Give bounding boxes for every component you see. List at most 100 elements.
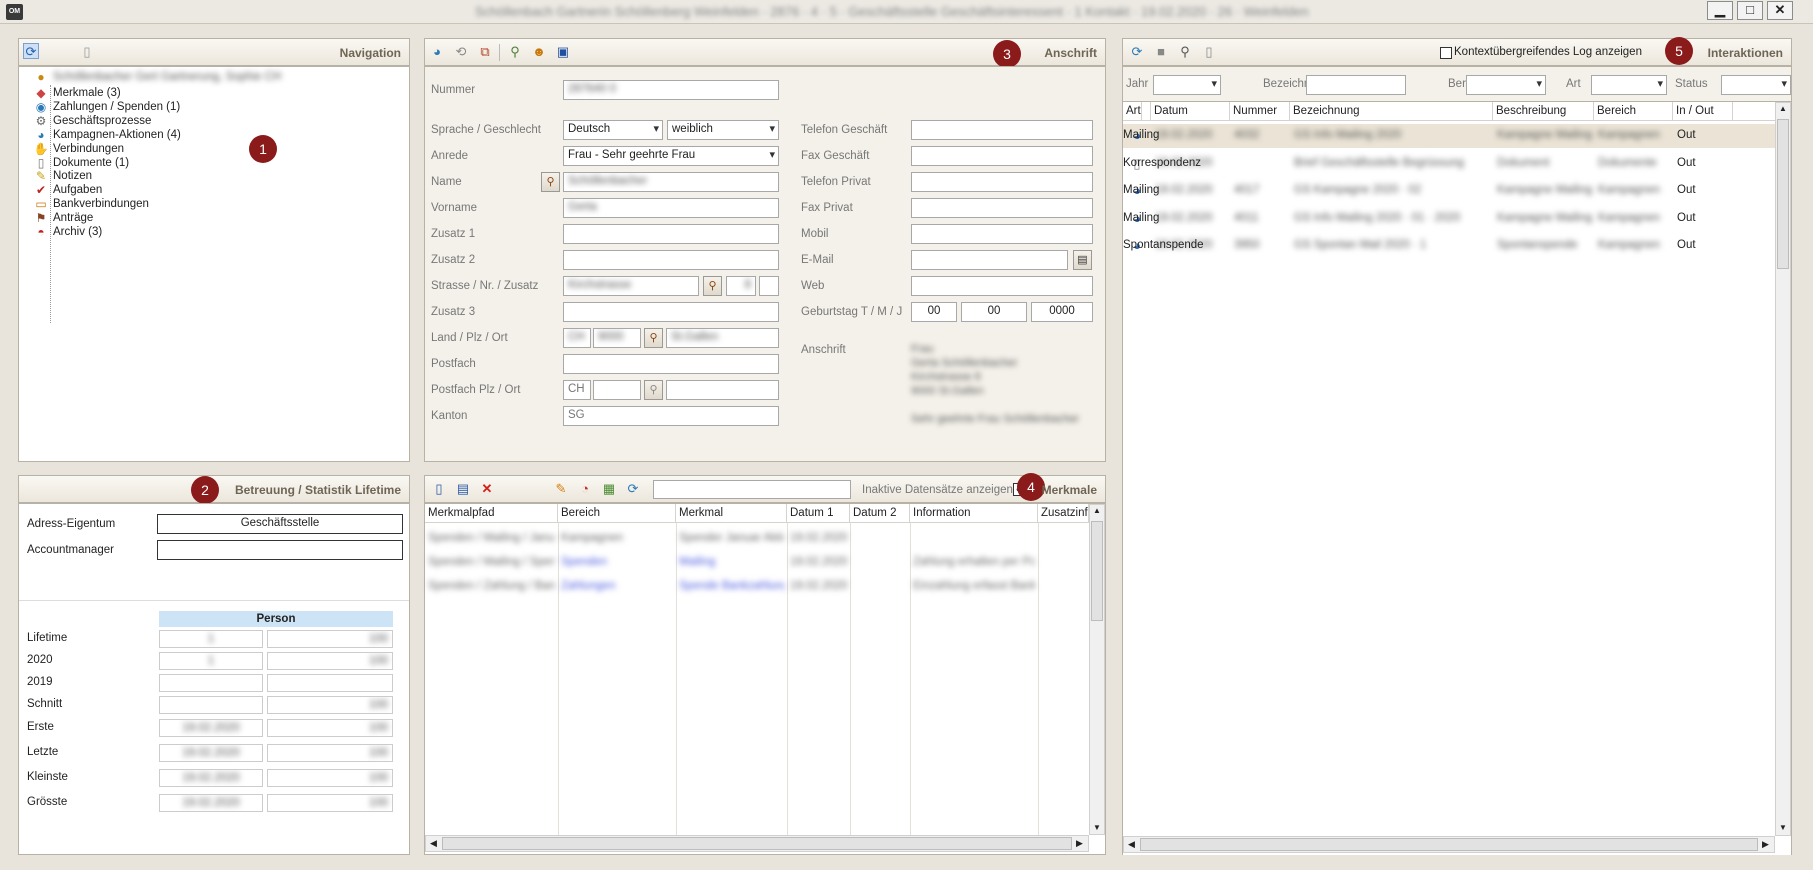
merkmale-column-header[interactable]: Datum 2 [850, 504, 910, 522]
stat-value-a[interactable] [159, 696, 263, 714]
close-window-button[interactable]: ✕ [1767, 1, 1793, 20]
interaktionen-column-header[interactable]: In / Out [1673, 102, 1733, 120]
stat-value-b[interactable]: 100 [267, 744, 393, 762]
interaktionen-column-header[interactable]: Bezeichnung [1290, 102, 1493, 120]
scroll-left-arrow-icon[interactable]: ◀ [430, 838, 437, 849]
interaktionen-column-header[interactable]: Nummer [1230, 102, 1290, 120]
scroll-up-arrow-icon[interactable]: ▲ [1779, 104, 1787, 113]
mobil-field[interactable] [911, 224, 1093, 244]
geburtstag-monat-field[interactable]: 00 [961, 302, 1027, 322]
merkmale-column-header[interactable]: Datum 1 [787, 504, 850, 522]
nav-item-archiv[interactable]: ◓ Archiv (3) [37, 224, 102, 240]
anrede-select[interactable]: Frau - Sehr geehrte Frau [563, 146, 779, 166]
merkmale-column-header[interactable]: Information [910, 504, 1038, 522]
nummer-field[interactable]: 287640 0 [563, 80, 779, 100]
new-document-icon[interactable]: ▯ [431, 481, 447, 497]
document-icon[interactable]: ▯ [1201, 44, 1217, 60]
strasse-search-icon[interactable]: ⚲ [703, 276, 722, 296]
zusatz1-field[interactable] [563, 224, 779, 244]
stat-value-b[interactable]: 100 [267, 630, 393, 648]
jahr-filter-select[interactable] [1153, 75, 1221, 95]
scroll-thumb[interactable] [1140, 838, 1758, 851]
postfach-search-icon[interactable]: ⚲ [644, 380, 663, 400]
scroll-thumb[interactable] [1091, 521, 1103, 621]
kanton-field[interactable]: SG [563, 406, 779, 426]
table-row[interactable]: ◕ 19.02.2020 4011 GS Info Mailing 2020 · 01… [1123, 207, 1775, 231]
zusatz2-field[interactable] [563, 250, 779, 270]
scroll-down-arrow-icon[interactable]: ▼ [1093, 823, 1101, 832]
log-checkbox[interactable] [1440, 47, 1452, 59]
bereich-filter-select[interactable] [1466, 75, 1546, 95]
interaktionen-vertical-scrollbar[interactable]: ▲ ▼ [1775, 102, 1791, 836]
art-filter-select[interactable] [1591, 75, 1667, 95]
sprache-select[interactable]: Deutsch [563, 120, 663, 140]
scroll-thumb[interactable] [1777, 119, 1789, 269]
scroll-left-arrow-icon[interactable]: ◀ [1128, 839, 1135, 850]
interaktionen-horizontal-scrollbar[interactable]: ◀ ▶ [1123, 836, 1775, 853]
minimize-button[interactable]: ▁ [1707, 1, 1733, 20]
postfach-plz-field[interactable] [593, 380, 641, 400]
zusatz3-field[interactable] [563, 302, 779, 322]
stat-value-b[interactable]: 100 [267, 719, 393, 737]
strasse-zusatz-field[interactable] [759, 276, 779, 296]
refresh-icon[interactable]: ⟳ [625, 481, 641, 497]
postfach-land-field[interactable]: CH [563, 380, 591, 400]
merkmale-column-header[interactable]: Merkmal [676, 504, 787, 522]
geburtstag-jahr-field[interactable]: 0000 [1031, 302, 1093, 322]
status-filter-select[interactable] [1721, 75, 1791, 95]
email-field[interactable] [911, 250, 1068, 270]
land-field[interactable]: CH [563, 328, 591, 348]
fax-geschaeft-field[interactable] [911, 146, 1093, 166]
table-row[interactable]: Spenden / Mailing / Spenden Aktion Spende… [425, 554, 1089, 572]
table-row[interactable]: ◕ 19.02.2020 4017 GS Kampagne 2020 · 02 Kamp… [1123, 179, 1775, 203]
stat-value-b[interactable]: 100 [267, 652, 393, 670]
merkmale-column-header[interactable]: Zusatzinfo [1038, 504, 1089, 522]
plz-field[interactable]: 9000 [593, 328, 641, 348]
scroll-right-arrow-icon[interactable]: ▶ [1076, 838, 1083, 849]
telefon-privat-field[interactable] [911, 172, 1093, 192]
interaktionen-column-header[interactable]: Datum [1151, 102, 1230, 120]
plz-search-icon[interactable]: ⚲ [644, 328, 663, 348]
filter-icon[interactable]: ✎ [553, 481, 569, 497]
stat-value-a[interactable]: 1 [159, 630, 263, 648]
stat-value-a[interactable]: 19.02.2020 [159, 744, 263, 762]
geburtstag-tag-field[interactable]: 00 [911, 302, 957, 322]
name-search-icon[interactable]: ⚲ [541, 172, 560, 192]
add-contact-icon[interactable]: ⚲ [507, 44, 523, 60]
add-row-icon[interactable]: ▦ [601, 481, 617, 497]
group-icon[interactable]: ☻ [531, 44, 547, 60]
merkmale-vertical-scrollbar[interactable]: ▲ ▼ [1089, 504, 1105, 835]
merkmale-horizontal-scrollbar[interactable]: ◀ ▶ [425, 835, 1089, 852]
fax-privat-field[interactable] [911, 198, 1093, 218]
stat-value-a[interactable]: 19.02.2020 [159, 794, 263, 812]
vorname-field[interactable]: Gerta [563, 198, 779, 218]
table-row[interactable]: ◕ 19.02.2020 3950 GS Spontan Mail 2020 · 1S… [1123, 234, 1775, 258]
merge-icon[interactable]: ⧉ [477, 44, 493, 60]
stat-value-a[interactable]: 1 [159, 652, 263, 670]
scroll-right-arrow-icon[interactable]: ▶ [1762, 839, 1769, 850]
stat-value-a[interactable]: 19.02.2020 [159, 719, 263, 737]
refresh-icon[interactable]: ⟳ [1129, 44, 1145, 60]
stat-value-a[interactable]: 19.02.2020 [159, 769, 263, 787]
delete-icon[interactable]: ✕ [479, 481, 495, 497]
geschlecht-select[interactable]: weiblich [667, 120, 779, 140]
merkmale-column-header[interactable]: Merkmalpfad [425, 504, 558, 522]
accountmanager-field[interactable] [157, 540, 403, 560]
table-row[interactable]: Spenden / Mailing / Januar Aktion Kampagn… [425, 530, 1089, 548]
merkmale-column-header[interactable]: Bereich [558, 504, 676, 522]
refresh-tree-icon[interactable]: ⟳ [23, 43, 39, 59]
table-row[interactable]: Spenden / Zahlung / Bank Einzahlung Zahlu… [425, 578, 1089, 596]
ort-field[interactable]: St.Gallen [666, 328, 779, 348]
postfach-ort-field[interactable] [666, 380, 779, 400]
web-field[interactable] [911, 276, 1093, 296]
edit-document-icon[interactable]: ▤ [455, 481, 471, 497]
stat-value-a[interactable] [159, 674, 263, 692]
tree-root-contact[interactable]: ● Schöllenbacher Gert Gartnerung, Sophie… [37, 69, 281, 85]
table-row[interactable]: ◕ 19.02.2020 4032 GS Info Mailing 2020 Kampa… [1123, 124, 1775, 148]
bezeichnung-filter-input[interactable] [1306, 75, 1406, 95]
email-clipboard-icon[interactable]: ▤ [1073, 250, 1092, 270]
save-icon[interactable]: ▣ [555, 44, 571, 60]
merkmale-search-input[interactable] [653, 480, 851, 499]
strasse-field[interactable]: Kirchstrasse [563, 276, 699, 296]
stat-value-b[interactable]: 100 [267, 696, 393, 714]
